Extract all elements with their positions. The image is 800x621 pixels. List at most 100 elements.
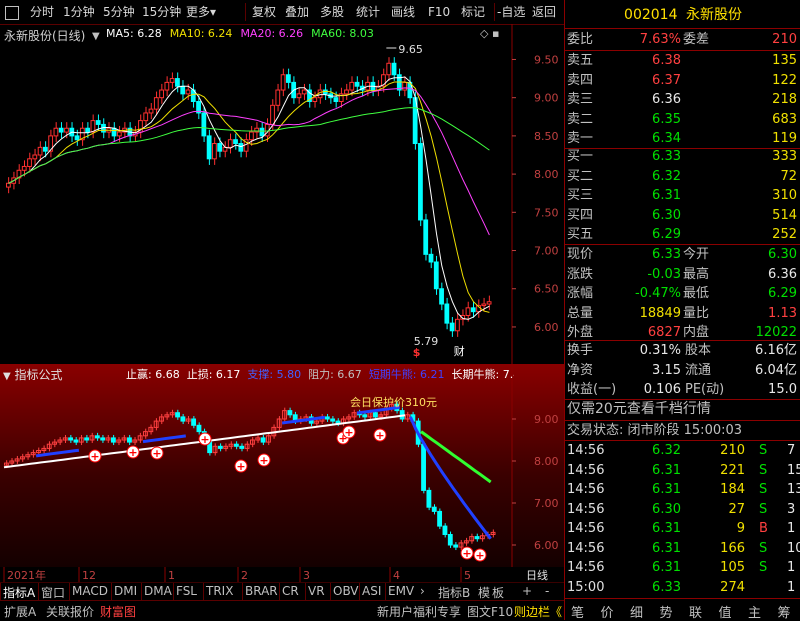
- candle-body: [95, 120, 101, 125]
- indicator-candle: [94, 435, 100, 439]
- buy-signal-glyph: +: [200, 433, 209, 446]
- candle-body: [349, 81, 355, 91]
- indicator-candle: [421, 443, 426, 491]
- indicator-promo-label[interactable]: 会日保护价310元: [350, 394, 437, 410]
- window-menu-icon[interactable]: [5, 6, 19, 20]
- sell-label: 卖一: [567, 131, 594, 146]
- toolbar-item-7[interactable]: 多股: [320, 3, 344, 21]
- candle-body: [164, 81, 170, 91]
- weicha-label: 委差: [683, 32, 710, 47]
- sell-row: 卖三 6.36 218: [565, 90, 800, 109]
- buy-volume: 72: [780, 168, 797, 184]
- tab-cr[interactable]: CR: [282, 584, 299, 598]
- quote-tab-5[interactable]: 值: [719, 602, 732, 621]
- tab-right-4[interactable]: -: [545, 584, 549, 598]
- toolbar-item-8[interactable]: 统计: [356, 3, 380, 21]
- tab-obv[interactable]: OBV: [333, 584, 359, 598]
- bottom-item-2[interactable]: 财富图: [100, 603, 136, 620]
- bottom-right-0[interactable]: 新用户福利专享: [377, 603, 461, 620]
- candle-body: [449, 322, 455, 332]
- tab-right-2[interactable]: 板: [492, 584, 504, 601]
- quote-tab-2[interactable]: 细: [630, 602, 643, 621]
- stat-value: 6.04亿: [755, 362, 797, 378]
- stat2-row: 收益(一) 0.106 PE(动) 15.0: [565, 380, 800, 399]
- toolbar-item-12[interactable]: -自选: [497, 3, 525, 21]
- tick-price: 6.30: [652, 501, 681, 517]
- time-tick-label: 3: [303, 569, 310, 582]
- tab-right-3[interactable]: +: [522, 584, 532, 598]
- tab-trix[interactable]: TRIX: [206, 584, 233, 598]
- candle-body: [333, 97, 339, 102]
- y-tick-label: 6.00: [534, 321, 559, 334]
- time-tick-label: 2021年: [7, 568, 46, 582]
- toolbar-item-6[interactable]: 叠加: [285, 3, 309, 21]
- tab-指标a[interactable]: 指标A: [3, 584, 35, 601]
- indicator-name[interactable]: ▼ 指标公式: [3, 366, 63, 383]
- dividend-marker-icon[interactable]: $: [413, 346, 421, 359]
- promo-row[interactable]: 仅需20元查看千档行情: [565, 400, 800, 419]
- tab-right-0[interactable]: 指标B: [438, 584, 470, 601]
- sell-label: 卖三: [567, 92, 594, 107]
- bottom-item-0[interactable]: 扩展A: [4, 603, 36, 620]
- buy-label: 买三: [567, 188, 594, 203]
- tab-asi[interactable]: ASI: [362, 584, 381, 598]
- tab-fsl[interactable]: FSL: [176, 584, 197, 598]
- candle-body: [481, 303, 487, 307]
- tick-price: 6.33: [652, 579, 681, 595]
- sell-label: 卖四: [567, 72, 594, 88]
- tab-brar[interactable]: BRAR: [245, 584, 278, 598]
- toolbar-item-4[interactable]: 更多▾: [186, 3, 216, 21]
- chevron-down-icon: ▼: [3, 371, 11, 382]
- toolbar-item-1[interactable]: 1分钟: [63, 3, 95, 21]
- toolbar-item-2[interactable]: 5分钟: [103, 3, 135, 21]
- candle-body: [74, 135, 80, 141]
- buy-signal-glyph: +: [344, 426, 353, 439]
- stat-value: 0.31%: [639, 343, 681, 358]
- stat-value: 6.33: [652, 247, 681, 262]
- period-label[interactable]: 日线: [526, 568, 548, 582]
- quote-tab-3[interactable]: 势: [660, 602, 673, 621]
- bottom-right-1[interactable]: 图文F10: [467, 603, 513, 620]
- ma-legend-item: MA60: 8.03: [311, 27, 374, 40]
- bottom-item-1[interactable]: 关联报价: [46, 603, 94, 620]
- tab-dma[interactable]: DMA: [144, 584, 172, 598]
- tab-vr[interactable]: VR: [308, 584, 325, 598]
- tab-macd[interactable]: MACD: [72, 584, 108, 598]
- toolbar-item-11[interactable]: 标记: [461, 3, 485, 21]
- indicator-chart[interactable]: 9.008.007.006.00+ + +++ +++ ++ +: [0, 364, 564, 567]
- weibi-row: 委比 7.63% 委差 210: [565, 30, 800, 49]
- quote-tab-6[interactable]: 主: [748, 602, 761, 621]
- bottom-right-2[interactable]: 则边栏《: [514, 603, 562, 620]
- toolbar-item-5[interactable]: 复权: [252, 3, 276, 21]
- tick-time: 14:56: [567, 521, 605, 536]
- candle-body: [391, 62, 397, 76]
- quote-tab-7[interactable]: 筹: [778, 602, 791, 621]
- tick-row: 14:56 6.31 105 S 1: [565, 558, 800, 577]
- tab-emv[interactable]: EMV: [388, 584, 414, 598]
- toolbar-item-9[interactable]: 画线: [391, 3, 415, 21]
- tick-time: 14:56: [567, 540, 605, 556]
- tick-row: 14:56 6.31 9 B 1: [565, 519, 800, 538]
- quote-tab-1[interactable]: 价: [601, 602, 614, 621]
- promo-link[interactable]: 仅需20元查看千档行情: [567, 400, 711, 419]
- candle-body: [21, 165, 27, 171]
- chevron-down-icon[interactable]: ▼: [92, 31, 100, 42]
- tabs-scroll-right-icon[interactable]: ›: [420, 584, 425, 598]
- stat-label: PE(动): [685, 382, 725, 397]
- indicator-candle: [362, 414, 368, 418]
- toolbar-item-13[interactable]: 返回: [532, 3, 556, 21]
- quote-tab-4[interactable]: 联: [689, 602, 702, 621]
- tick-price: 6.31: [652, 462, 681, 478]
- tab-窗口[interactable]: 窗口: [41, 584, 65, 601]
- tab-dmi[interactable]: DMI: [114, 584, 137, 598]
- candle-body: [418, 143, 423, 221]
- tick-volume: 166: [720, 540, 745, 556]
- quote-tab-0[interactable]: 笔: [571, 602, 584, 621]
- chart-settings-icons[interactable]: ◇ ▪: [480, 27, 499, 40]
- toolbar-item-0[interactable]: 分时: [30, 3, 54, 21]
- toolbar-item-3[interactable]: 15分钟: [142, 3, 181, 21]
- tab-right-1[interactable]: 模: [478, 584, 490, 601]
- time-tick-label: 5: [464, 569, 471, 582]
- toolbar-item-10[interactable]: F10: [428, 3, 450, 21]
- candlestick-chart[interactable]: 9.509.008.508.007.507.006.506.009.655.79…: [0, 24, 564, 364]
